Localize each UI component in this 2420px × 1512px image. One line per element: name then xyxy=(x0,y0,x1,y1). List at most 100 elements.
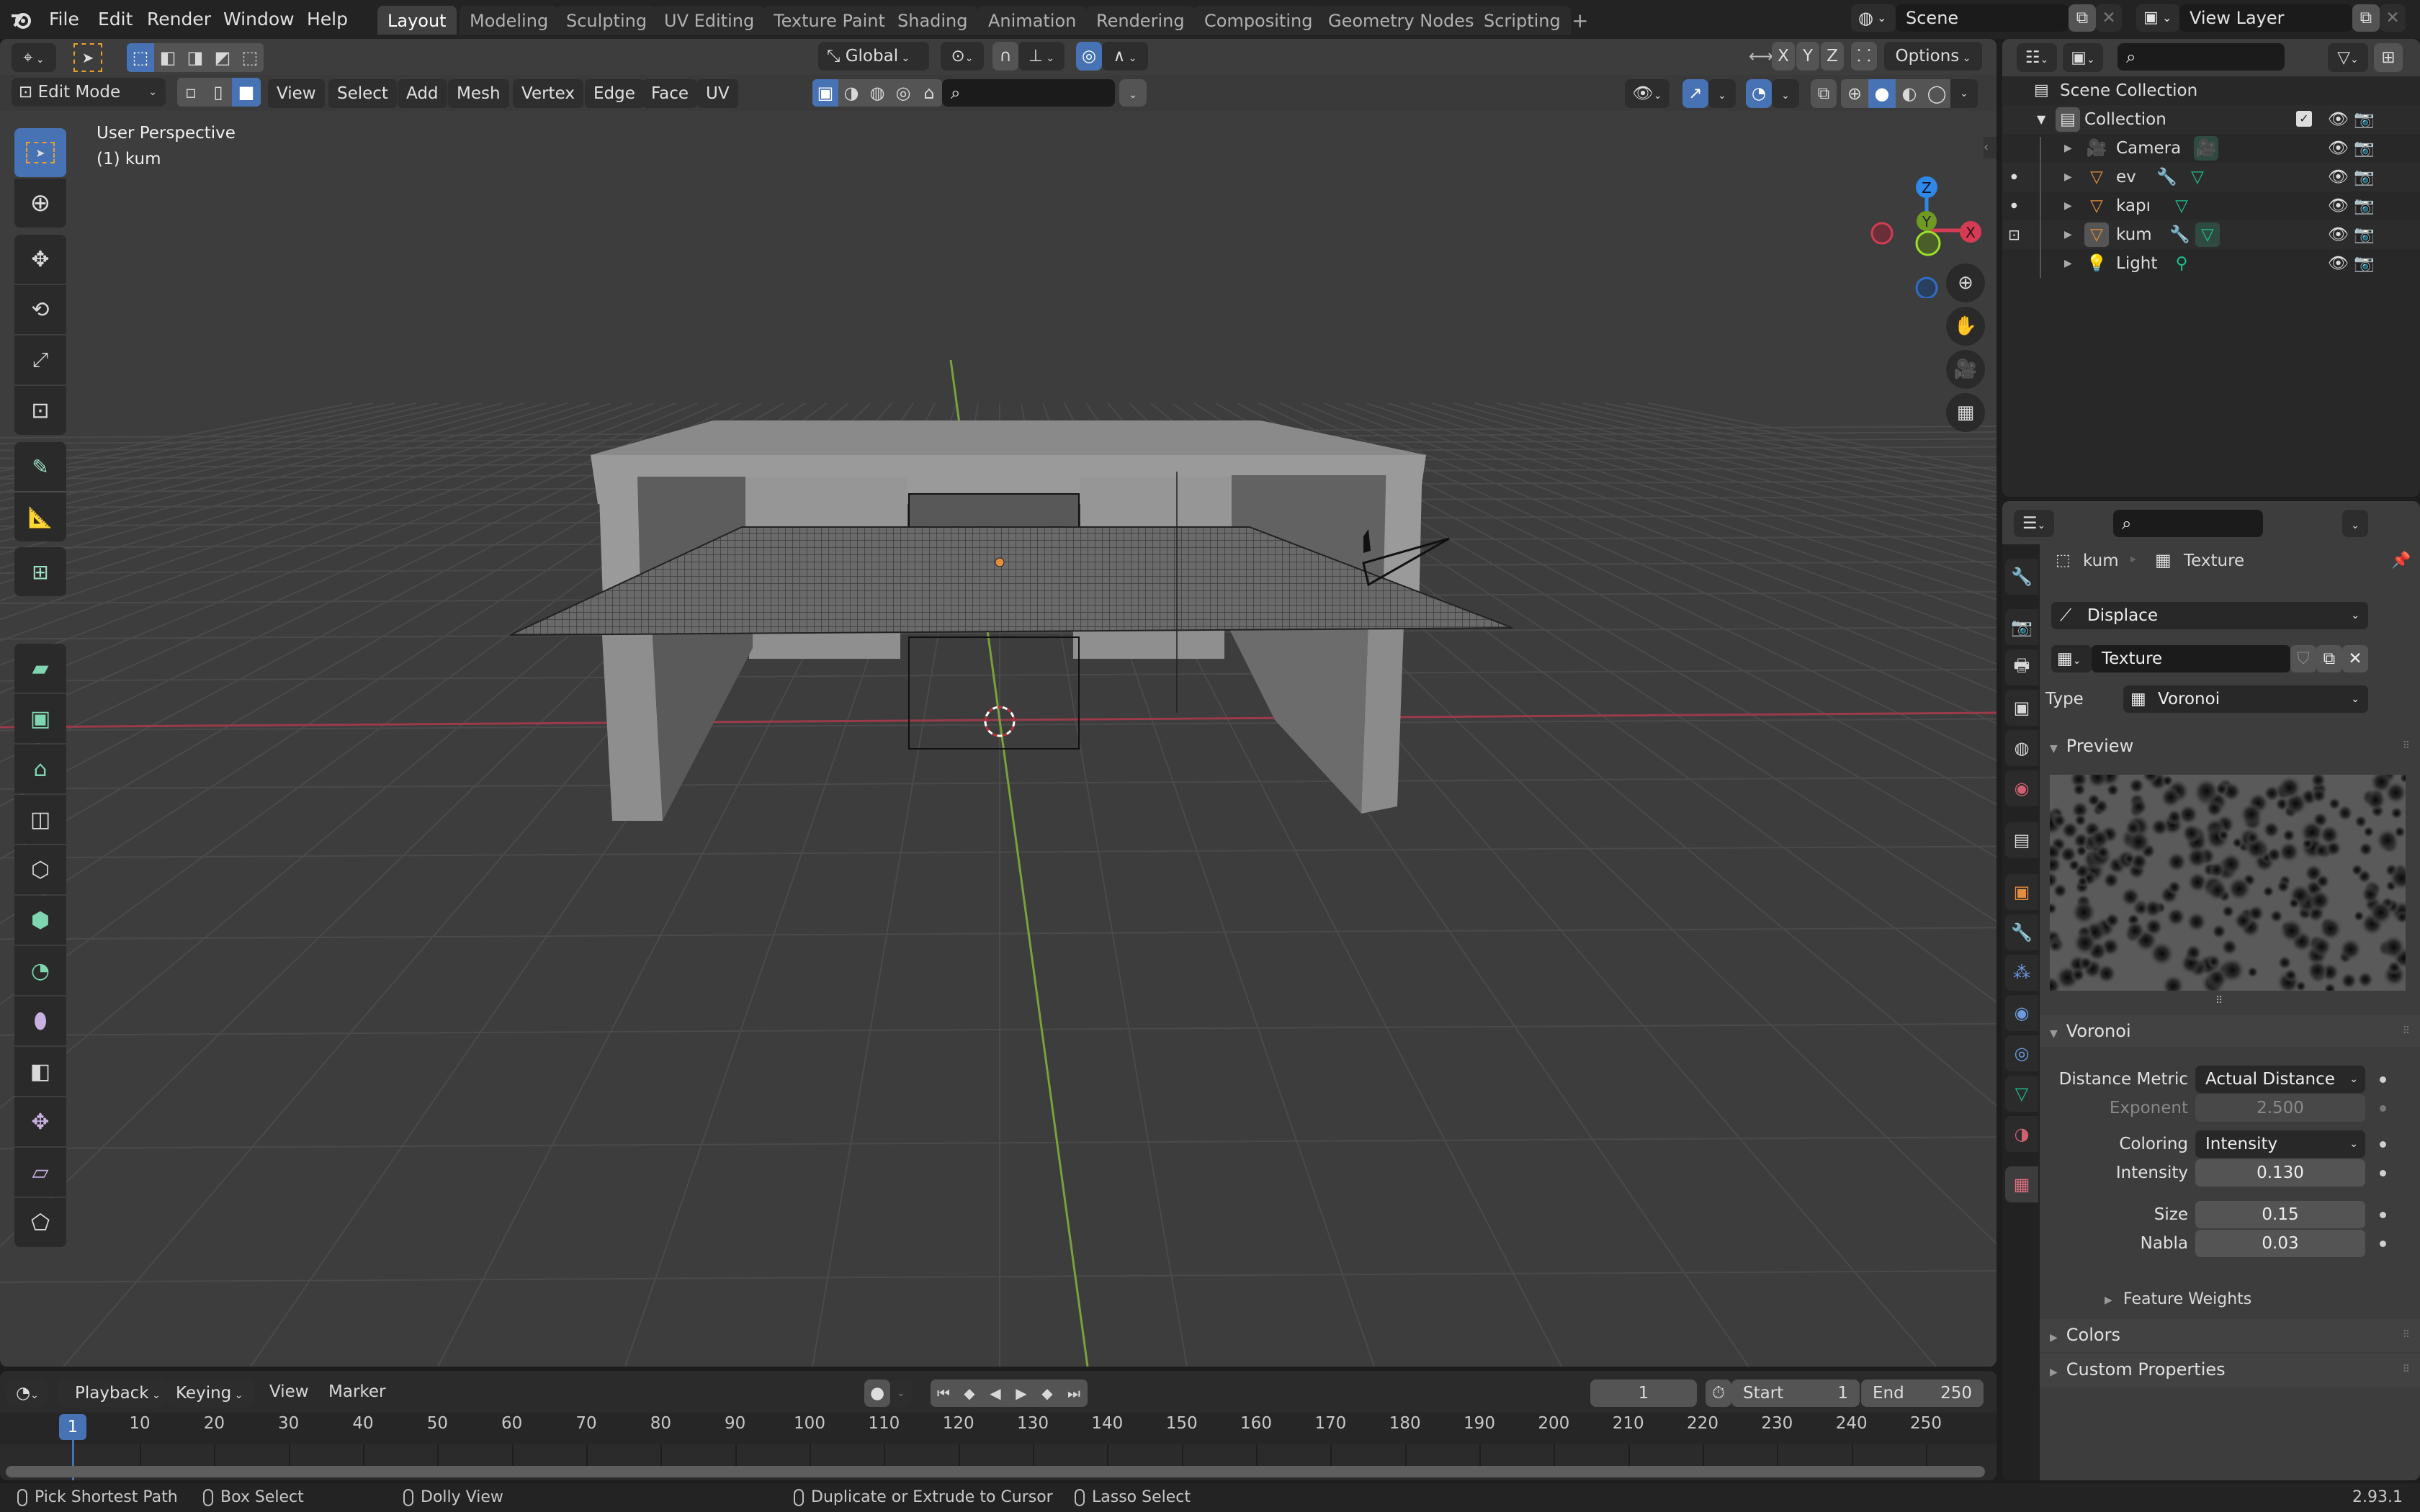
menu-file[interactable]: File xyxy=(49,6,79,33)
tab-collection[interactable]: ▤ xyxy=(2005,822,2038,858)
auto-merge-toggle[interactable]: ⸬ xyxy=(1851,42,1877,71)
expand-arrow-icon[interactable]: ▶ xyxy=(2064,192,2072,220)
tab-texture-paint[interactable]: Texture Paint xyxy=(763,6,895,35)
tool-knife[interactable]: ⬡ xyxy=(14,845,66,894)
keyframe-dot-icon[interactable] xyxy=(2380,1241,2386,1247)
delete-scene-button[interactable]: ✕ xyxy=(2096,4,2122,32)
gizmo-toggle[interactable]: ↗ xyxy=(1682,79,1708,108)
coloring-dropdown[interactable]: Intensity ⌄ xyxy=(2195,1130,2365,1158)
texture-browse-button[interactable]: ▦⌄ xyxy=(2051,645,2092,672)
outliner-row-camera[interactable]: ▶ 🎥 Camera 🎥 👁 📷 xyxy=(2002,134,2420,163)
fake-user-button[interactable]: ⛉ xyxy=(2290,645,2316,672)
view-layer-selector-button[interactable]: ▣ ⌄ xyxy=(2136,4,2179,32)
drag-handle-icon[interactable]: ⠿ xyxy=(2403,1354,2410,1385)
pin-icon[interactable]: 📌 xyxy=(2391,552,2411,570)
render-camera-icon[interactable]: 📷 xyxy=(2354,134,2375,163)
expand-arrow-icon[interactable]: ▼ xyxy=(2037,105,2045,134)
play-icon[interactable]: ▶ xyxy=(1008,1380,1034,1407)
properties-editor-type[interactable]: ☰⌄ xyxy=(2014,510,2054,537)
3d-viewport[interactable]: ⌖ ⌄ ➤ ⬚ ◧ ◨ ◩ ⬚ ⤡ Global ⌄ ⊙⌄ ∩ ⊥ ⌄ ◎ ∧ … xyxy=(0,39,1996,1367)
tool-shear[interactable]: ▱ xyxy=(14,1148,66,1197)
properties-options-dropdown[interactable]: ⌄ xyxy=(2342,510,2368,537)
tab-compositing[interactable]: Compositing xyxy=(1194,6,1323,35)
tool-transform[interactable]: ⊡ xyxy=(14,386,66,435)
menu-view[interactable]: View xyxy=(268,79,325,108)
current-frame-field[interactable]: 1 xyxy=(1590,1380,1697,1407)
tab-modeling[interactable]: Modeling xyxy=(460,6,559,35)
scene-icon[interactable]: ◍ xyxy=(864,79,890,107)
keying-menu[interactable]: Keying ⌄ xyxy=(167,1380,255,1407)
mesh-data-icon[interactable]: ▽ xyxy=(2169,194,2194,218)
object-name[interactable]: ev xyxy=(2116,163,2136,192)
modifier-wrench-icon[interactable]: 🔧 xyxy=(2169,220,2190,249)
keyframe-dot-icon[interactable] xyxy=(2380,1105,2386,1112)
mirror-x-toggle[interactable]: X xyxy=(1772,42,1795,71)
tab-tool[interactable]: 🔧 xyxy=(2005,559,2038,595)
prev-keyframe-icon[interactable]: ◆ xyxy=(956,1380,982,1407)
exclude-checkbox[interactable]: ✓ xyxy=(2296,111,2312,127)
mirror-z-toggle[interactable]: Z xyxy=(1821,42,1844,71)
menu-help[interactable]: Help xyxy=(307,6,348,33)
selectability-dropdown[interactable]: 👁⌄ xyxy=(1625,79,1670,108)
tab-scene[interactable]: ◍ xyxy=(2005,730,2038,766)
new-texture-button[interactable]: ⧉ xyxy=(2316,645,2342,672)
light-data-icon[interactable]: ⚲ xyxy=(2169,251,2194,276)
modifier-wrench-icon[interactable]: 🔧 xyxy=(2156,163,2177,192)
timeline-marker-menu[interactable]: Marker xyxy=(328,1382,386,1401)
edit-mode-dot-icon[interactable]: ● xyxy=(2011,163,2017,192)
world-icon[interactable]: ◎ xyxy=(890,79,916,107)
end-frame-field[interactable]: End 250 xyxy=(1861,1380,1984,1407)
tab-texture[interactable]: ▦ xyxy=(2005,1166,2038,1202)
colors-panel-header[interactable]: ▶ Colors ⠿ xyxy=(2040,1319,2420,1352)
jump-start-icon[interactable]: ⏮ xyxy=(931,1380,956,1407)
menu-mesh[interactable]: Mesh xyxy=(448,79,509,108)
tab-scripting[interactable]: Scripting xyxy=(1474,6,1571,35)
texture-user-dropdown[interactable]: ⟋ Displace ⌄ xyxy=(2051,602,2368,629)
tool-cursor[interactable]: ⊕ xyxy=(14,179,66,228)
tab-constraints[interactable]: ◎ xyxy=(2005,1035,2038,1071)
select-new-icon[interactable]: ⬚ xyxy=(127,43,154,72)
tool-edge-slide[interactable]: ◧ xyxy=(14,1047,66,1096)
outliner-row-collection[interactable]: ▼ ▤ Collection ✓ 👁 📷 xyxy=(2002,105,2420,134)
snap-target-dropdown[interactable]: ⊥ ⌄ xyxy=(1018,42,1065,71)
tab-shading[interactable]: Shading xyxy=(887,6,978,35)
gizmo-dropdown[interactable]: ⌄ xyxy=(1708,79,1736,108)
size-field[interactable]: 0.15 xyxy=(2195,1201,2365,1228)
blender-logo-icon[interactable] xyxy=(10,9,32,30)
auto-keying-dropdown[interactable]: ⌄ xyxy=(890,1380,912,1407)
tab-material[interactable]: ◑ xyxy=(2005,1116,2038,1152)
outliner-row-light[interactable]: ▶ 💡 Light ⚲ 👁 📷 xyxy=(2002,249,2420,278)
ortho-toggle-button[interactable]: ▦ xyxy=(1946,393,1985,432)
scene-collection-icon[interactable]: ▣ xyxy=(812,79,838,107)
visibility-eye-icon[interactable]: 👁 xyxy=(2328,163,2349,192)
texture-name-field[interactable]: Texture xyxy=(2092,645,2290,672)
material-preview-icon[interactable]: ◐ xyxy=(1896,79,1923,108)
proportional-falloff-dropdown[interactable]: ∧ ⌄ xyxy=(1102,42,1148,71)
playback-menu[interactable]: Playback ⌄ xyxy=(58,1380,167,1407)
tool-scale[interactable]: ⤢ xyxy=(14,336,66,384)
tab-sculpting[interactable]: Sculpting xyxy=(556,6,658,35)
tool-shrink-fatten[interactable]: ✥ xyxy=(14,1097,66,1146)
zoom-view-button[interactable]: ⊕ xyxy=(1946,264,1985,302)
expand-arrow-icon[interactable]: ▶ xyxy=(2064,163,2072,192)
tab-render[interactable]: 📷 xyxy=(2005,609,2038,645)
render-camera-icon[interactable]: 📷 xyxy=(2354,249,2375,278)
edit-mode-dot-icon[interactable]: ● xyxy=(2011,192,2017,220)
keyframe-dot-icon[interactable] xyxy=(2380,1170,2386,1176)
object-name[interactable]: Light xyxy=(2116,249,2157,278)
editor-type-button[interactable]: ⌖ ⌄ xyxy=(12,43,56,72)
scene-selector-button[interactable]: ◍ ⌄ xyxy=(1851,4,1896,32)
texture-type-dropdown[interactable]: ▦ Voronoi ⌄ xyxy=(2123,685,2368,713)
mode-dropdown[interactable]: ⊡ Edit Mode ⌄ xyxy=(12,78,166,107)
filter-dropdown[interactable]: ▽⌄ xyxy=(2328,43,2368,72)
select-invert-icon[interactable]: ◩ xyxy=(209,43,236,72)
outliner-row-kapı[interactable]: ● ▶ ▽ kapı ▽ 👁 📷 xyxy=(2002,192,2420,220)
expand-arrow-icon[interactable]: ▶ xyxy=(2064,249,2072,278)
expand-arrow-icon[interactable]: ▶ xyxy=(2064,134,2072,163)
tab-physics[interactable]: ◉ xyxy=(2005,995,2038,1031)
menu-uv[interactable]: UV xyxy=(697,79,738,108)
material-icon[interactable]: ◑ xyxy=(838,79,864,107)
unlink-texture-button[interactable]: ✕ xyxy=(2342,645,2368,672)
brush-icon[interactable]: ⌂ xyxy=(916,79,942,107)
tab-data[interactable]: ▽ xyxy=(2005,1076,2038,1112)
